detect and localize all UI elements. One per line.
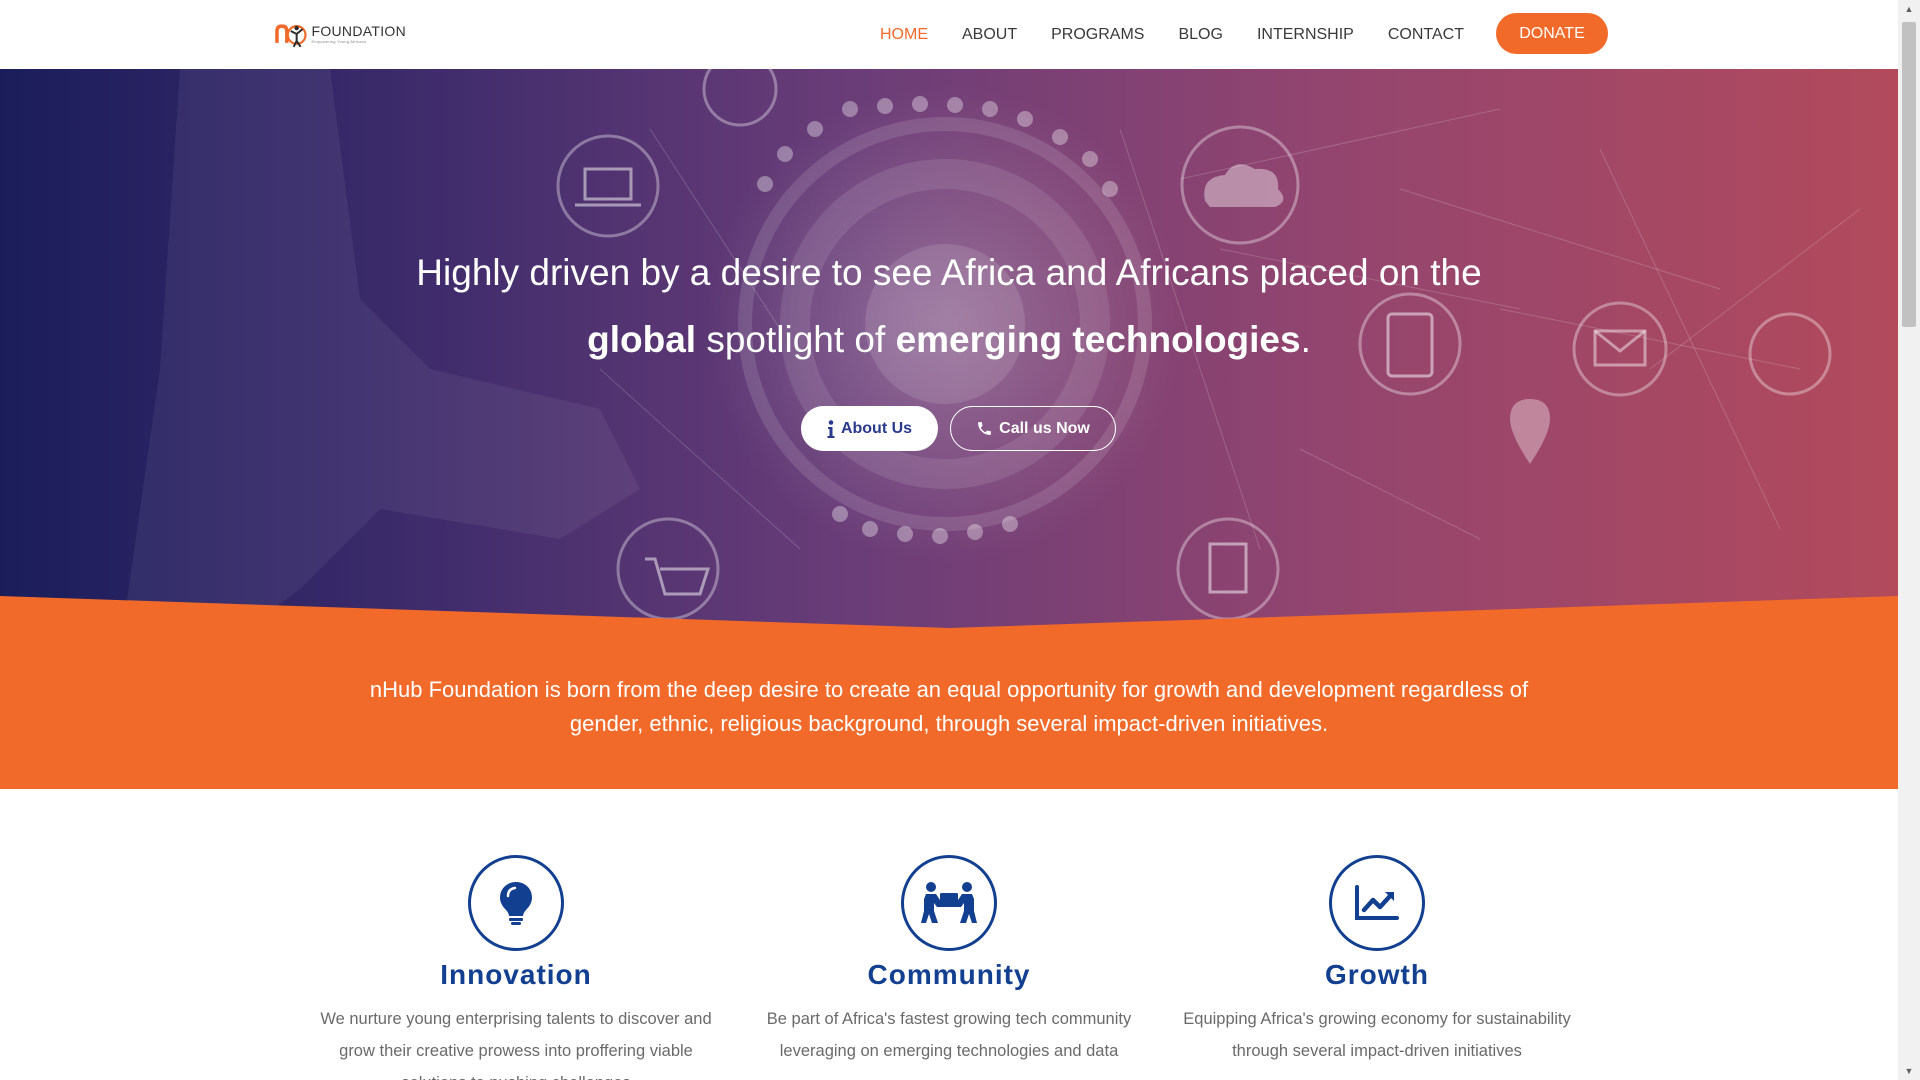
feature-title: Growth: [1325, 959, 1429, 990]
logo-mark-icon: [275, 24, 307, 48]
nav-home[interactable]: HOME: [880, 26, 928, 44]
feature-title: Innovation: [440, 959, 592, 990]
phone-icon: [978, 422, 992, 435]
nav-contact[interactable]: CONTACT: [1388, 26, 1464, 44]
feature-growth: Growth Equipping Africa's growing econom…: [1167, 855, 1587, 1067]
logo-wordmark: FOUNDATION: [311, 23, 406, 39]
mission-statement: nHub Foundation is born from the deep de…: [369, 677, 1529, 736]
call-us-button[interactable]: Call us Now: [950, 406, 1116, 451]
logo-tagline: Empowering Young Africans: [311, 39, 367, 44]
nav-blog[interactable]: BLOG: [1178, 26, 1222, 44]
chart-line-icon: [1355, 885, 1399, 920]
feature-description: We nurture young enterprising talents to…: [320, 1010, 712, 1080]
hero-headline-line2: global spotlight of emerging technologie…: [0, 319, 1898, 361]
hero-headline-line1: Highly driven by a desire to see Africa …: [416, 252, 1482, 293]
scroll-up-arrow-icon[interactable]: ▲: [1898, 0, 1920, 18]
main-nav: HOME ABOUT PROGRAMS BLOG INTERNSHIP CONT…: [880, 0, 1498, 69]
site-header: FOUNDATION Empowering Young Africans HOM…: [0, 0, 1898, 69]
about-us-label: About Us: [840, 419, 913, 437]
feature-description: Be part of Africa's fastest growing tech…: [766, 1010, 1132, 1060]
hero-bold-global: global: [587, 319, 697, 360]
feature-innovation: Innovation We nurture young enterprising…: [306, 855, 726, 1080]
nav-about[interactable]: ABOUT: [962, 26, 1017, 44]
logo-text: FOUNDATION Empowering Young Africans: [311, 23, 406, 45]
nav-internship[interactable]: INTERNSHIP: [1257, 26, 1354, 44]
feature-community: Community Be part of Africa's fastest gr…: [739, 855, 1159, 1067]
feature-icon-circle: [901, 855, 997, 951]
lightbulb-icon: [500, 882, 532, 925]
page-scrollbar[interactable]: ▲ ▼: [1898, 0, 1920, 1080]
site-logo[interactable]: FOUNDATION Empowering Young Africans: [274, 17, 406, 51]
feature-icon-circle: [468, 855, 564, 951]
nav-programs[interactable]: PROGRAMS: [1051, 26, 1144, 44]
feature-description: Equipping Africa's growing economy for s…: [1183, 1010, 1571, 1060]
feature-icon-circle: [1329, 855, 1425, 951]
about-us-button[interactable]: About Us: [801, 406, 938, 451]
info-icon: [827, 419, 835, 438]
hero-end-period: .: [1300, 319, 1311, 360]
scroll-down-arrow-icon[interactable]: ▼: [1898, 1062, 1920, 1080]
hero-banner: Highly driven by a desire to see Africa …: [0, 69, 1898, 649]
donate-button[interactable]: DONATE: [1496, 13, 1608, 54]
hero-bold-emerging: emerging technologies: [895, 319, 1301, 360]
feature-title: Community: [867, 959, 1031, 990]
call-us-label: Call us Now: [999, 419, 1090, 437]
people-carry-icon: [921, 882, 977, 923]
hero-mid-text: spotlight of: [696, 319, 896, 360]
scroll-thumb[interactable]: [1902, 22, 1916, 327]
